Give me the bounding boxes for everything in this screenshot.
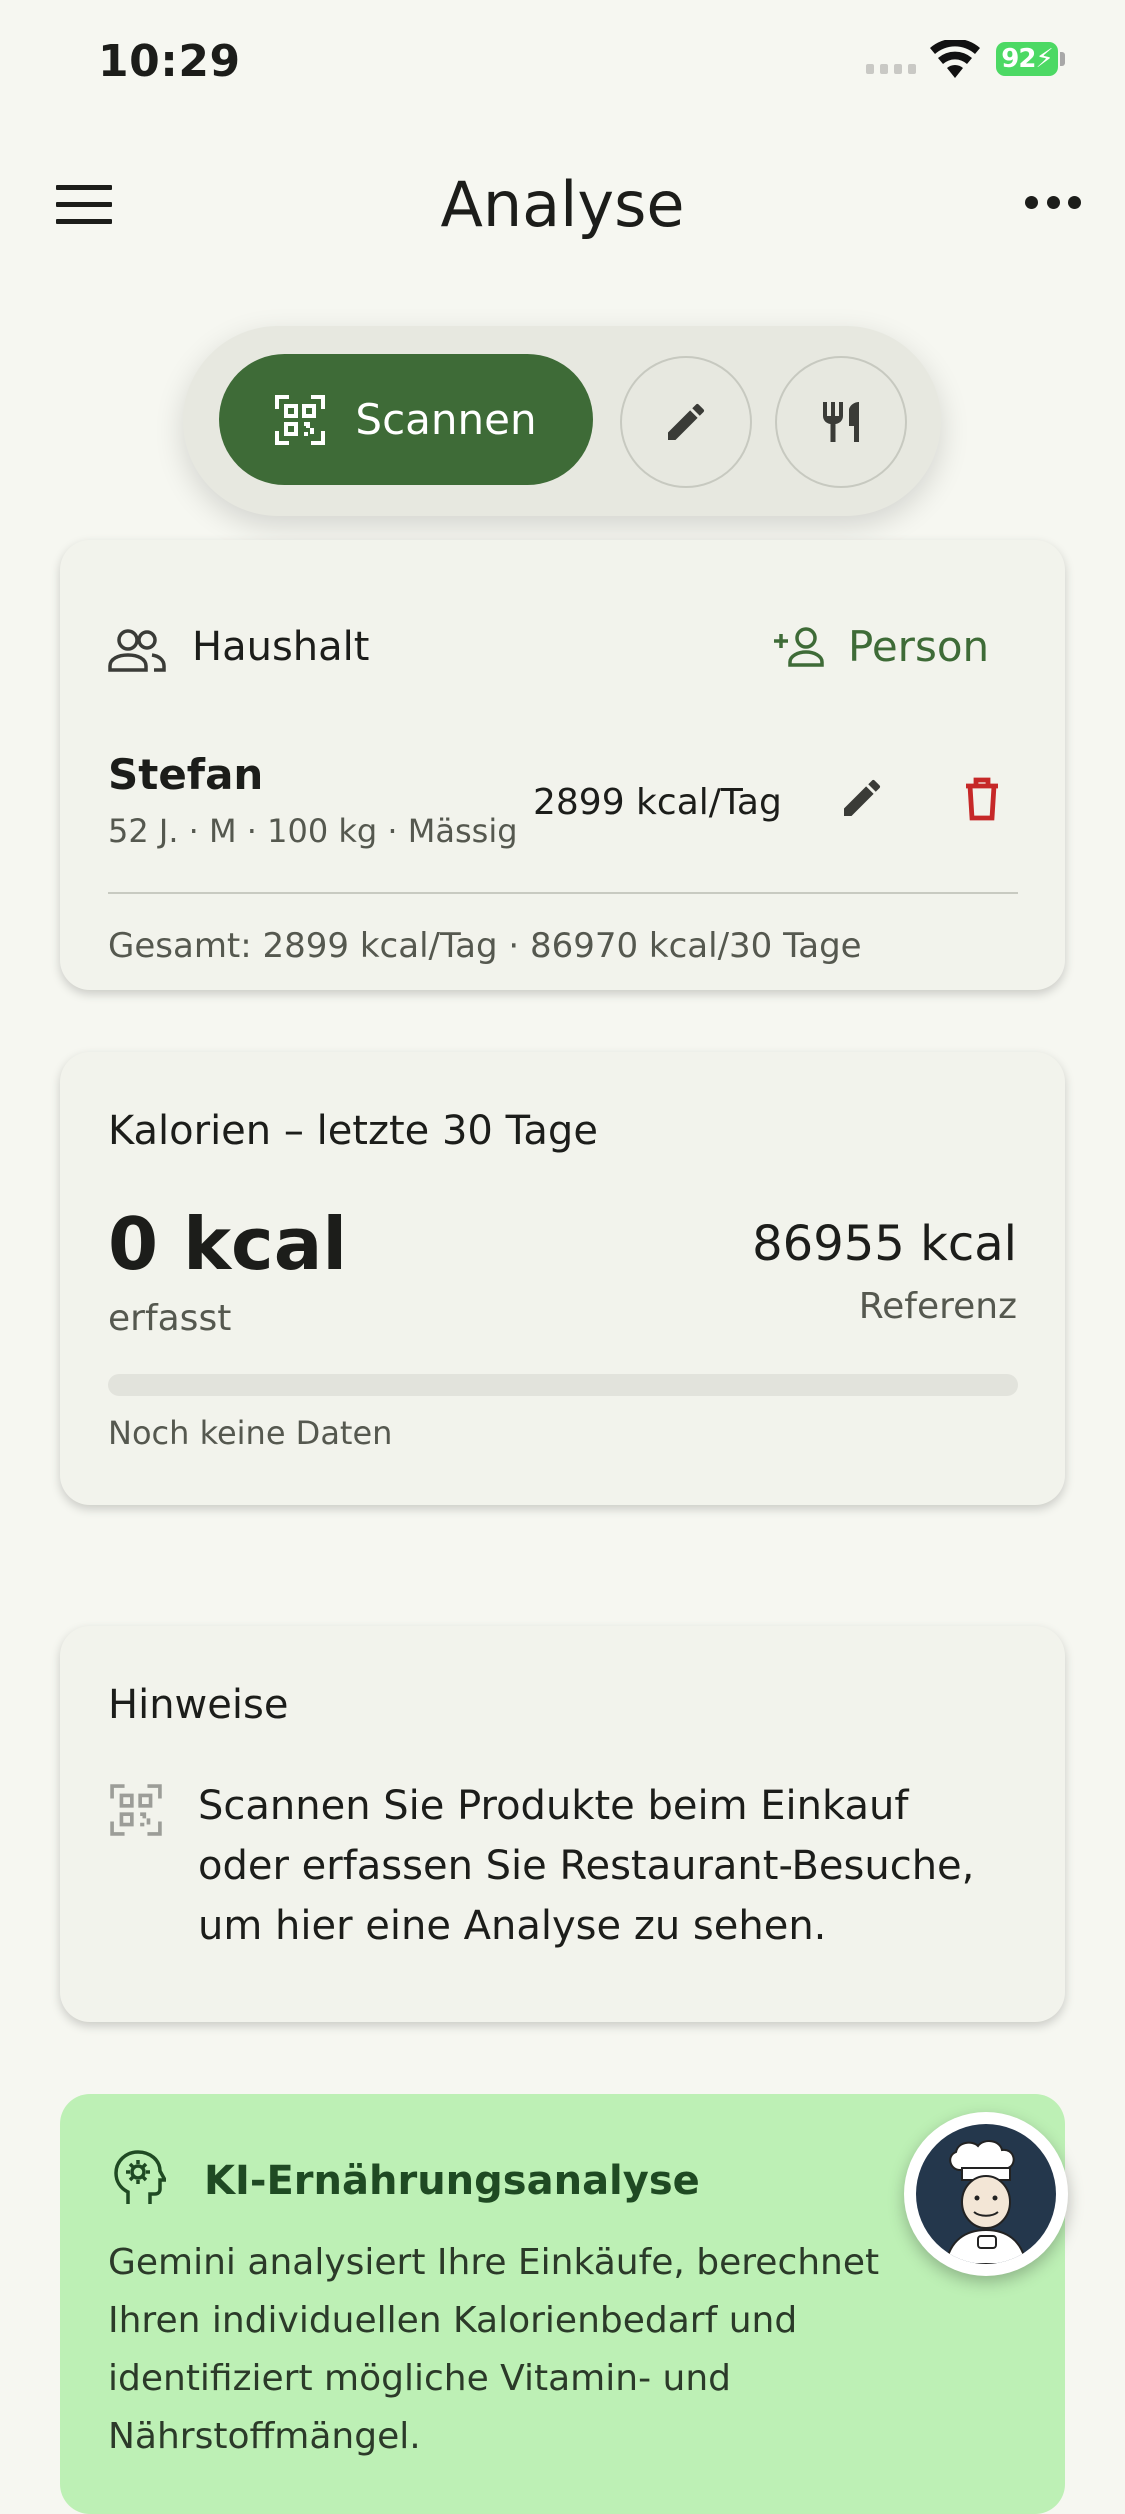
calories-card: Kalorien – letzte 30 Tage 0 kcal erfasst… [60,1052,1065,1505]
delete-person-icon[interactable] [960,774,1004,822]
brain-gear-icon [114,2150,166,2204]
hints-line: Scannen Sie Produkte beim Einkauf [198,1783,909,1829]
add-person-icon [774,626,824,667]
hints-text: Scannen Sie Produkte beim Einkauf oder e… [198,1776,1038,1956]
ai-text-line: identifiziert mögliche Vitamin- und [108,2358,731,2399]
hints-title: Hinweise [108,1682,289,1728]
add-person-button[interactable]: Person [772,622,989,671]
calories-recorded-label: erfasst [108,1298,232,1339]
person-name: Stefan [108,750,264,799]
more-horizontal-icon[interactable] [1025,196,1081,212]
household-title: Haushalt [192,624,370,670]
person-details: 52 J. · M · 100 kg · Mässig [108,812,518,850]
person-kcal: 2899 kcal/Tag [533,782,782,823]
battery-level: 92 [1001,44,1036,74]
ai-text-line: Nährstoffmängel. [108,2416,421,2457]
chef-assistant-button[interactable] [904,2112,1068,2276]
status-time: 10:29 [98,36,241,87]
calories-reference-value: 86955 kcal [752,1216,1017,1272]
household-divider [108,892,1018,894]
wifi-icon [930,40,980,78]
pencil-icon [668,403,705,440]
qr-scan-icon [275,394,326,445]
scan-button[interactable]: Scannen [219,354,593,485]
manual-entry-button[interactable] [620,356,752,488]
household-card: Haushalt Person Stefan 52 J. · M · 100 k… [60,540,1065,990]
calories-progress-bar [108,1374,1018,1396]
restaurant-button[interactable] [775,356,907,488]
people-icon [108,629,166,672]
ai-text-line: Gemini analysiert Ihre Einkäufe, berechn… [108,2242,880,2283]
calories-title: Kalorien – letzte 30 Tage [108,1108,598,1154]
page-title: Analyse [440,168,685,241]
calories-reference-label: Referenz [858,1286,1017,1327]
battery-cap [1060,52,1065,66]
hints-card: Hinweise Scannen Sie Produkte beim Einka… [60,1626,1065,2022]
cellular-signal-icon [866,64,916,74]
ai-card-text: Gemini analysiert Ihre Einkäufe, berechn… [108,2234,1028,2466]
fork-knife-icon [823,402,859,442]
ai-text-line: Ihren individuellen Kalorienbedarf und [108,2300,798,2341]
hints-line: oder erfassen Sie Restaurant-Besuche, [198,1843,975,1889]
chef-avatar-icon [916,2124,1056,2264]
calories-recorded-value: 0 kcal [108,1202,347,1286]
household-total: Gesamt: 2899 kcal/Tag · 86970 kcal/30 Ta… [108,926,862,966]
ai-card-title: KI-Ernährungsanalyse [204,2158,700,2204]
qr-scan-icon [110,1784,162,1836]
hints-line: um hier eine Analyse zu sehen. [198,1903,827,1949]
battery-icon: 92 ⚡ [996,42,1058,76]
edit-person-icon[interactable] [838,774,886,822]
scan-button-label: Scannen [355,395,537,444]
add-person-label: Person [848,622,990,671]
calories-status: Noch keine Daten [108,1414,393,1452]
